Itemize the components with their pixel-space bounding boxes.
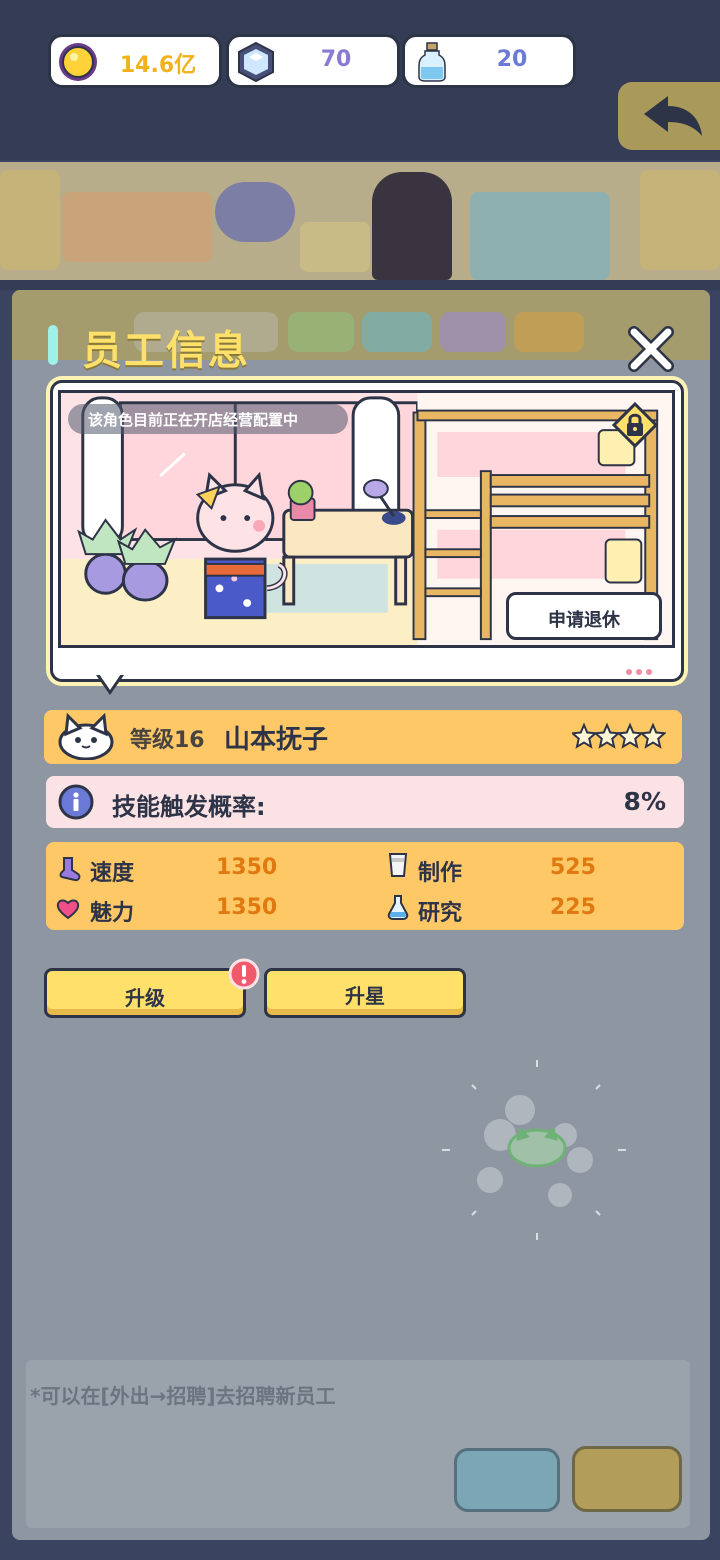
stat-craft-label: 制作 xyxy=(418,861,463,886)
star-icon xyxy=(593,722,621,749)
potion-value: 20 xyxy=(496,47,528,72)
stat-research-value: 225 xyxy=(550,895,596,920)
employee-name: 山本抚子 xyxy=(224,725,329,755)
bottle-potion-icon xyxy=(418,42,446,82)
title-accent-bar xyxy=(48,325,58,365)
background-hint-text: *可以在[外出→招聘]去招聘新员工 xyxy=(30,1384,336,1408)
retire-button[interactable]: 申请退休 xyxy=(506,592,662,640)
star-icon xyxy=(616,722,644,749)
star-rating xyxy=(572,722,666,749)
lock-icon[interactable] xyxy=(612,402,658,448)
cat-avatar-icon xyxy=(58,712,114,760)
gem-value: 70 xyxy=(320,47,352,72)
hexagon-gem-icon xyxy=(238,41,274,83)
ghost-cat-effect xyxy=(442,1060,626,1240)
alert-badge-icon xyxy=(228,958,260,990)
background-tab xyxy=(362,312,432,352)
card-tail-inner xyxy=(99,674,121,690)
star-icon xyxy=(639,722,666,749)
gem-counter[interactable]: 70 xyxy=(226,34,400,88)
star-up-button-label: 升星 xyxy=(345,984,385,1008)
background-shop-scene xyxy=(0,162,720,280)
employee-level: 等级16 xyxy=(130,728,205,753)
background-tab xyxy=(514,312,584,352)
background-yellow-button xyxy=(572,1446,682,1512)
skill-rate-value: 8% xyxy=(623,787,666,816)
stat-craft-value: 525 xyxy=(550,855,596,880)
status-text: 该角色目前正在开店经营配置中 xyxy=(88,411,299,429)
stat-charm-value: 1350 xyxy=(216,895,278,920)
background-tab xyxy=(440,312,506,352)
gold-counter[interactable]: 14.6亿 xyxy=(48,34,222,88)
sock-icon xyxy=(59,857,81,882)
panel-title: 员工信息 xyxy=(82,328,250,374)
background-divider xyxy=(0,280,720,290)
potion-counter[interactable]: 20 xyxy=(402,34,576,88)
stat-speed-label: 速度 xyxy=(90,861,135,886)
heart-icon xyxy=(56,899,80,920)
background-tab xyxy=(288,312,354,352)
cup-icon xyxy=(388,853,408,877)
star-icon xyxy=(572,722,598,749)
upgrade-button-label: 升级 xyxy=(125,986,165,1010)
star-up-button[interactable]: 升星 xyxy=(264,968,466,1018)
more-options-icon[interactable] xyxy=(626,660,656,679)
stat-research-label: 研究 xyxy=(418,901,463,926)
back-arrow-icon xyxy=(644,96,702,136)
stat-speed-value: 1350 xyxy=(216,855,278,880)
background-blue-button xyxy=(454,1448,560,1512)
gold-coin-icon xyxy=(59,43,97,81)
upgrade-button[interactable]: 升级 xyxy=(44,968,246,1018)
flask-icon xyxy=(387,895,409,920)
stat-charm-label: 魅力 xyxy=(90,901,135,926)
retire-button-label: 申请退休 xyxy=(548,610,620,631)
info-icon[interactable] xyxy=(58,784,94,820)
skill-rate-label: 技能触发概率: xyxy=(112,793,266,821)
close-icon[interactable] xyxy=(626,324,676,374)
gold-value: 14.6亿 xyxy=(119,53,197,78)
